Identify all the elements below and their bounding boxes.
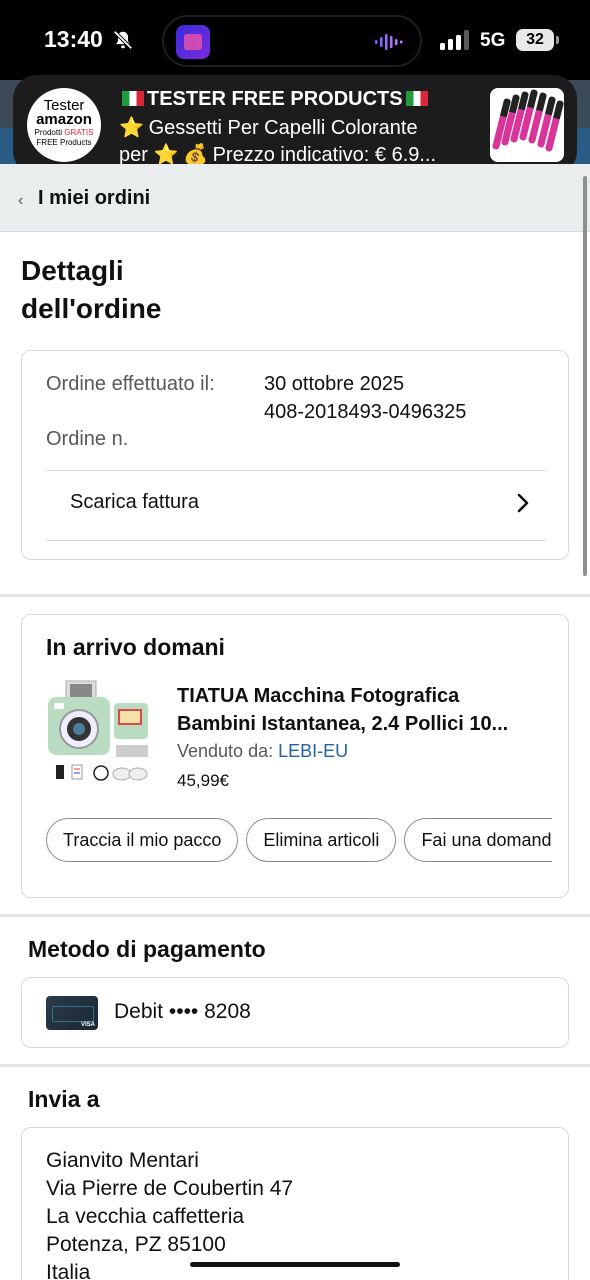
bell-muted-icon — [113, 30, 133, 50]
tester-amazon-logo: Tester amazon Prodotti GRATIS FREE Produ… — [27, 88, 101, 162]
product-title[interactable]: TIATUA Macchina Fotografica Bambini Ista… — [177, 682, 549, 738]
shipping-address-card: Gianvito Mentari Via Pierre de Coubertin… — [21, 1127, 569, 1280]
audio-wave-icon — [375, 34, 403, 50]
ask-question-button[interactable]: Fai una domanda — [404, 818, 552, 862]
star-icon: ⭐ — [119, 117, 144, 139]
product-price: 45,99€ — [177, 771, 229, 790]
notification-banner[interactable]: Tester amazon Prodotti GRATIS FREE Produ… — [13, 75, 577, 175]
order-number-value: 408-2018493-0496325 — [264, 401, 467, 423]
italy-flag-icon — [405, 91, 428, 106]
italy-flag-icon — [122, 91, 144, 106]
seller-link[interactable]: LEBI-EU — [278, 741, 348, 761]
seller-info: Venduto da: LEBI-EU — [177, 741, 349, 761]
home-indicator[interactable] — [190, 1262, 400, 1267]
shipping-heading: Invia a — [28, 1086, 100, 1112]
address-line: Via Pierre de Coubertin 47 — [46, 1177, 294, 1200]
debit-card-icon: VISA — [46, 996, 98, 1030]
order-actions: Traccia il mio pacco Elimina articoli Fai … — [46, 818, 552, 864]
chevron-right-icon — [517, 493, 529, 513]
payment-method-label: Debit •••• 8208 — [114, 1000, 251, 1023]
delete-items-button[interactable]: Elimina articoli — [246, 818, 397, 862]
address-line: La vecchia caffetteria — [46, 1205, 245, 1228]
scrollbar[interactable] — [583, 176, 587, 576]
app-thumbnail-icon — [176, 25, 210, 59]
breadcrumb[interactable]: ‹ I miei ordini — [0, 164, 590, 232]
clock: 13:40 — [44, 26, 103, 52]
shipping-address: Gianvito Mentari Via Pierre de Coubertin… — [46, 1147, 293, 1280]
section-separator — [0, 914, 590, 917]
battery-icon: 32 — [516, 29, 559, 51]
address-line: Potenza, PZ 85100 — [46, 1233, 226, 1256]
section-separator — [0, 1064, 590, 1067]
product-thumbnail — [490, 88, 564, 162]
download-invoice-button[interactable]: Scarica fattura — [46, 471, 546, 541]
chevron-left-icon: ‹ — [18, 192, 24, 209]
order-date-label: Ordine effettuato il: — [46, 373, 215, 395]
address-line: Gianvito Mentari — [46, 1149, 199, 1172]
divider — [46, 540, 546, 541]
breadcrumb-link[interactable]: I miei ordini — [38, 187, 150, 210]
notification-title: TESTER FREE PRODUCTS — [119, 88, 431, 111]
delivery-card: In arrivo domani TIATUA Macchina Fotogra… — [21, 614, 569, 898]
payment-heading: Metodo di pagamento — [28, 936, 266, 962]
track-package-button[interactable]: Traccia il mio pacco — [46, 818, 239, 862]
network-type: 5G — [480, 30, 506, 51]
order-number-label: Ordine n. — [46, 428, 129, 450]
status-bar: 13:40 5G 32 — [0, 0, 590, 80]
delivery-heading: In arrivo domani — [46, 634, 225, 660]
payment-method-card: VISA Debit •••• 8208 — [21, 977, 569, 1048]
section-separator — [0, 594, 590, 597]
download-invoice-label: Scarica fattura — [70, 491, 199, 513]
product-image[interactable] — [46, 679, 152, 789]
page-title: Dettagli dell'ordine — [21, 255, 162, 324]
dynamic-island[interactable] — [162, 15, 422, 67]
signal-icon — [440, 30, 469, 50]
order-info-card: Ordine effettuato il: Ordine n. 30 ottob… — [21, 350, 569, 560]
order-date-value: 30 ottobre 2025 — [264, 373, 405, 395]
notification-body-line: ⭐ Gessetti Per Capelli Colorante — [119, 117, 418, 139]
